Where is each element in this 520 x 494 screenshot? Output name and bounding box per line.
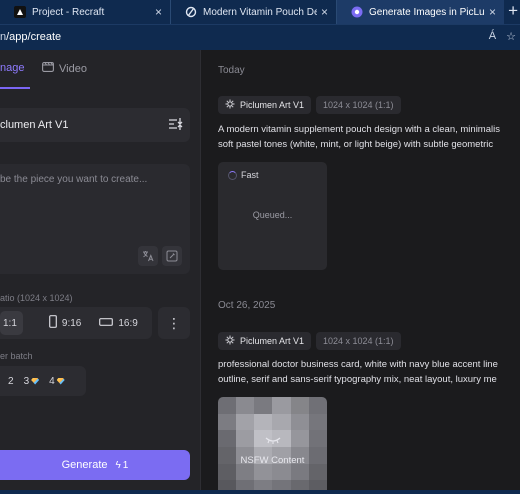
prompt-line: soft pastel tones (white, mint, or light… bbox=[218, 139, 494, 150]
model-selector[interactable]: clumen Art V1 bbox=[0, 108, 190, 142]
video-icon bbox=[42, 62, 54, 75]
tab-title: Project - Recraft bbox=[32, 6, 105, 18]
tab-close-icon[interactable]: × bbox=[155, 5, 162, 19]
batch-size-selector: 2 3 4 bbox=[0, 366, 86, 396]
model-chip: Piclumen Art V1 bbox=[218, 96, 312, 114]
queued-status: Queued... bbox=[252, 210, 293, 220]
model-logo-icon bbox=[225, 335, 235, 348]
tab-video[interactable]: Video bbox=[42, 62, 87, 75]
nsfw-image-card[interactable]: NSFW Content bbox=[218, 397, 327, 490]
ratio-1-1-label: 1:1 bbox=[3, 317, 17, 329]
ratio-1-1[interactable]: 1:1 bbox=[0, 311, 23, 335]
browser-tab-vitamin-pouch[interactable]: Modern Vitamin Pouch Design Co × bbox=[170, 0, 336, 24]
fast-badge: Fast bbox=[228, 170, 259, 180]
loading-icon bbox=[185, 6, 197, 18]
batch-option-3[interactable]: 3 bbox=[24, 376, 40, 387]
model-chip-label: Piclumen Art V1 bbox=[240, 100, 305, 110]
url-field[interactable]: n/app/create bbox=[0, 31, 61, 43]
mode-tabs: nage Video bbox=[0, 62, 201, 89]
size-chip: 1024 x 1024 (1:1) bbox=[316, 96, 401, 114]
generate-cost: ϟ 1 bbox=[116, 460, 129, 471]
prompt-line: A modern vitamin supplement pouch design… bbox=[218, 124, 500, 135]
tab-video-label: Video bbox=[59, 62, 87, 75]
day-header: Today bbox=[218, 65, 245, 76]
prompt-edit-icon[interactable] bbox=[162, 246, 182, 266]
tab-title: Generate Images in PicLumen bbox=[369, 6, 485, 18]
address-bar[interactable]: n/app/create Á ☆ bbox=[0, 24, 520, 50]
batch-option-2[interactable]: 2 bbox=[8, 376, 14, 387]
ratio-16-9-label: 16:9 bbox=[118, 317, 138, 329]
batch-option-4[interactable]: 4 bbox=[49, 376, 65, 387]
size-chip: 1024 x 1024 (1:1) bbox=[316, 332, 401, 350]
prompt-input[interactable]: be the piece you want to create... bbox=[0, 164, 190, 274]
read-aloud-icon[interactable]: Á bbox=[489, 30, 496, 43]
hidden-eye-icon bbox=[218, 435, 327, 447]
switch-model-icon[interactable] bbox=[168, 117, 184, 134]
lightning-icon: ϟ bbox=[115, 459, 121, 471]
portrait-icon bbox=[49, 315, 57, 331]
tab-image[interactable]: nage bbox=[0, 62, 24, 74]
browser-tab-recraft[interactable]: Project - Recraft × bbox=[0, 0, 170, 24]
generation-feed: Today Piclumen Art V1 1024 x 1024 (1:1) … bbox=[202, 50, 520, 490]
model-chip-label: Piclumen Art V1 bbox=[240, 336, 305, 346]
ratio-9-16-label: 9:16 bbox=[61, 317, 82, 329]
prompt-text[interactable]: A modern vitamin supplement pouch design… bbox=[218, 122, 520, 152]
premium-gem-icon bbox=[31, 377, 40, 385]
landscape-icon bbox=[99, 317, 114, 329]
translate-icon[interactable] bbox=[138, 246, 158, 266]
aspect-ratio-label: atio (1024 x 1024) bbox=[0, 293, 73, 303]
favorite-star-icon[interactable]: ☆ bbox=[506, 30, 516, 43]
nsfw-label: NSFW Content bbox=[240, 455, 305, 466]
batch-option-label: 3 bbox=[23, 375, 30, 387]
ratio-9-16[interactable]: 9:16 bbox=[49, 311, 81, 335]
fast-badge-label: Fast bbox=[241, 170, 259, 180]
tab-close-icon[interactable]: × bbox=[489, 5, 496, 19]
generate-button[interactable]: Generate ϟ 1 bbox=[0, 450, 190, 480]
url-path: /app/create bbox=[6, 31, 62, 43]
model-logo-icon bbox=[225, 99, 235, 112]
batch-option-label: 4 bbox=[49, 375, 55, 387]
generate-cost-value: 1 bbox=[122, 459, 129, 471]
premium-gem-icon bbox=[56, 377, 65, 385]
spinner-icon bbox=[228, 170, 237, 180]
new-tab-button[interactable]: + bbox=[508, 1, 518, 21]
ratio-16-9[interactable]: 16:9 bbox=[99, 311, 138, 335]
window-bottom-edge bbox=[0, 490, 520, 494]
generate-label: Generate bbox=[61, 459, 108, 471]
piclumen-logo-icon bbox=[351, 6, 363, 18]
tab-title: Modern Vitamin Pouch Design Co bbox=[203, 6, 317, 18]
prompt-placeholder: be the piece you want to create... bbox=[0, 174, 148, 185]
create-panel: nage Video clumen Art V1 be the piece yo… bbox=[0, 50, 201, 490]
model-chip: Piclumen Art V1 bbox=[218, 332, 312, 350]
aspect-ratio-selector: 1:1 9:16 16:9 bbox=[0, 307, 152, 339]
model-name: clumen Art V1 bbox=[0, 119, 69, 131]
tab-close-icon[interactable]: × bbox=[321, 5, 328, 19]
active-tab-indicator bbox=[0, 87, 30, 89]
batch-size-label: er batch bbox=[0, 351, 33, 361]
queued-image-card[interactable]: Fast Queued... bbox=[218, 162, 327, 270]
recraft-logo-icon bbox=[14, 6, 26, 18]
browser-tab-piclumen[interactable]: Generate Images in PicLumen × bbox=[336, 0, 504, 24]
browser-tab-strip: Project - Recraft × Modern Vitamin Pouch… bbox=[0, 0, 520, 24]
prompt-line: professional doctor business card, white… bbox=[218, 359, 498, 370]
prompt-text[interactable]: professional doctor business card, white… bbox=[218, 357, 520, 387]
more-ratios-button[interactable]: ⋮ bbox=[158, 307, 190, 339]
prompt-line: outline, serif and sans-serif typography… bbox=[218, 374, 497, 385]
day-header: Oct 26, 2025 bbox=[218, 300, 276, 311]
batch-option-label: 2 bbox=[8, 375, 14, 387]
